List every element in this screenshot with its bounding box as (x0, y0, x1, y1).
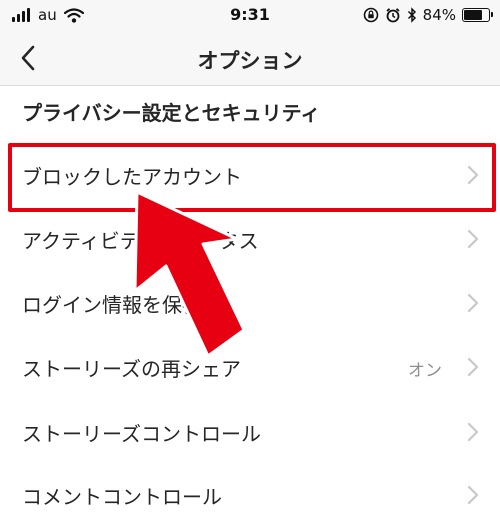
menu-item-save-login-info[interactable]: ログイン情報を保存 (0, 274, 500, 332)
chevron-right-icon (467, 422, 479, 442)
menu-item-story-controls[interactable]: ストーリーズコントロール (0, 403, 500, 461)
alarm-icon (386, 8, 400, 23)
menu-item-activity-status[interactable]: アクティビティステータス (0, 210, 500, 268)
status-right: 84% (363, 6, 493, 24)
bluetooth-icon (407, 7, 416, 23)
menu-item-story-reshare[interactable]: ストーリーズの再シェア オン (0, 338, 500, 396)
menu-item-label: ストーリーズコントロール (22, 422, 261, 446)
highlight-annotation (8, 143, 496, 212)
battery-icon (462, 8, 493, 22)
orientation-lock-icon (363, 7, 378, 23)
chevron-right-icon (467, 229, 479, 249)
menu-item-label: ログイン情報を保存 (22, 293, 202, 317)
navigation-bar: オプション (0, 30, 500, 86)
menu-item-comment-controls[interactable]: コメントコントロール (0, 466, 500, 524)
menu-item-value: オン (408, 361, 442, 381)
battery-level-fill (464, 10, 482, 20)
chevron-right-icon (467, 357, 479, 377)
battery-percent: 84% (422, 6, 456, 24)
menu-item-label: アクティビティステータス (22, 229, 259, 253)
section-header: プライバシー設定とセキュリティ (22, 101, 321, 125)
status-bar: au 9:31 84% (0, 0, 500, 30)
chevron-right-icon (467, 485, 479, 505)
page-title: オプション (197, 49, 303, 73)
menu-item-label: ストーリーズの再シェア (22, 357, 241, 381)
menu-item-label: コメントコントロール (22, 485, 222, 509)
chevron-right-icon (467, 293, 479, 313)
